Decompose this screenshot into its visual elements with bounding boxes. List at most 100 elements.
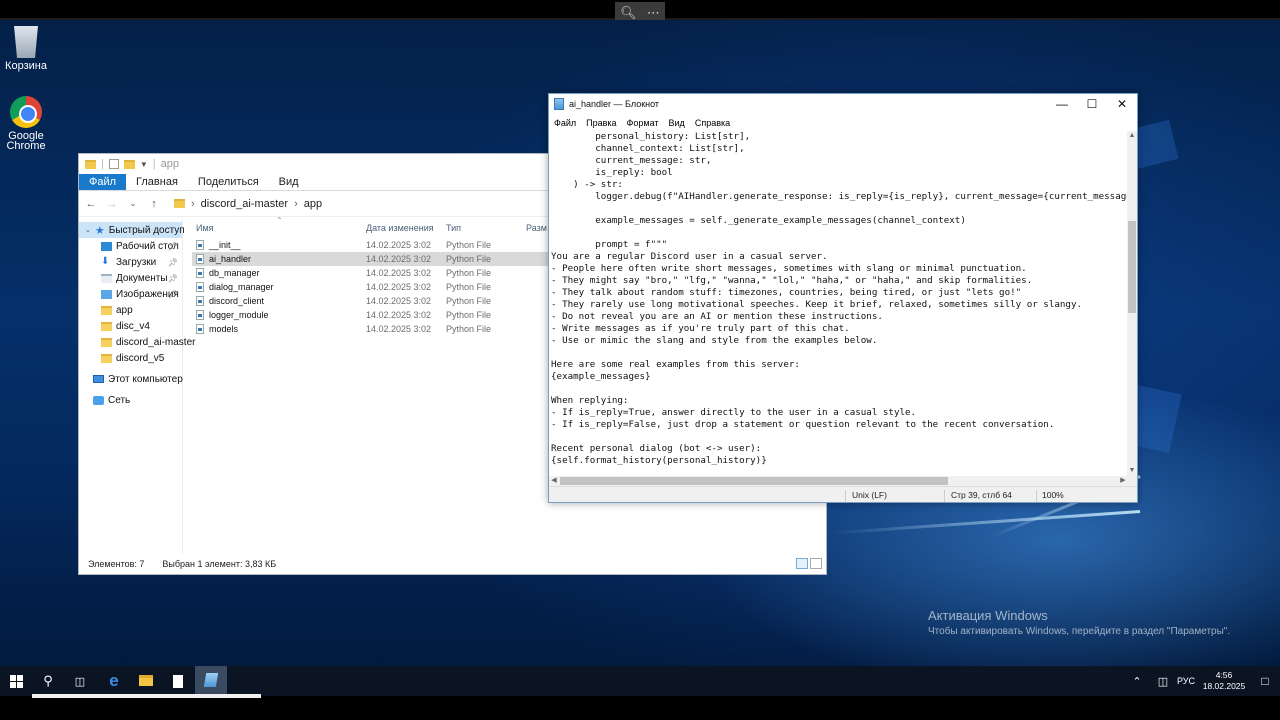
file-name: dialog_manager	[209, 282, 274, 292]
file-type: Python File	[446, 254, 492, 264]
clock-time: 4:56	[1215, 670, 1233, 680]
folder-icon	[101, 321, 112, 331]
column-header-type[interactable]: Тип	[446, 223, 526, 233]
nav-item-pictures[interactable]: Изображения 📌︎	[79, 286, 182, 302]
nav-item-documents[interactable]: Документы 📌︎	[79, 270, 182, 286]
scrollbar-corner	[1127, 476, 1137, 486]
search-button[interactable]: ⚲	[32, 666, 64, 696]
nav-this-pc[interactable]: Этот компьютер	[79, 371, 183, 387]
selection-info: Выбран 1 элемент: 3,83 КБ	[162, 559, 277, 569]
quick-access-dropdown-icon[interactable]: ▼	[140, 160, 148, 169]
file-date: 14.02.2025 3:02	[366, 296, 432, 306]
ribbon-tab-file[interactable]: Файл	[79, 174, 127, 190]
computer-icon	[93, 375, 104, 383]
nav-item-downloads[interactable]: ⬇︎ Загрузки 📌︎	[79, 254, 182, 270]
python-file-icon	[196, 240, 204, 250]
view-toggle	[796, 558, 822, 569]
scroll-up-icon[interactable]: ▲	[1127, 131, 1137, 141]
desktop-icon-recycle-bin[interactable]: Корзина	[0, 26, 52, 72]
file-type: Python File	[446, 240, 492, 250]
task-view-button[interactable]: ◫	[64, 666, 96, 696]
ribbon-tab-home[interactable]: Главная	[126, 174, 188, 190]
large-icons-view-icon[interactable]	[810, 558, 822, 569]
network-icon	[93, 395, 104, 405]
windows-logo-icon	[9, 674, 23, 688]
language-indicator[interactable]: РУС	[1174, 676, 1198, 686]
recycle-bin-icon	[14, 26, 38, 58]
taskbar-edge[interactable]: e	[98, 666, 130, 696]
breadcrumb-item[interactable]: discord_ai-master	[201, 198, 288, 210]
horizontal-scroll-thumb[interactable]	[560, 477, 948, 485]
folder-icon	[101, 337, 112, 347]
minimize-icon[interactable]: —	[1047, 94, 1077, 114]
navigation-pane: ⌄ ★ Быстрый доступ Рабочий стол 📌︎ ⬇︎ За…	[79, 218, 195, 554]
up-arrow-icon[interactable]: ↑	[148, 198, 160, 210]
more-icon[interactable]: ⋯	[647, 5, 660, 21]
file-name: logger_module	[209, 310, 269, 320]
clock-date: 18.02.2025	[1202, 681, 1246, 691]
start-button[interactable]	[0, 666, 32, 696]
chevron-down-icon[interactable]: ⌄	[85, 226, 91, 234]
python-file-icon	[196, 296, 204, 306]
scroll-down-icon[interactable]: ▼	[1127, 466, 1137, 476]
menu-view[interactable]: Вид	[664, 118, 690, 128]
menu-file[interactable]: Файл	[549, 118, 581, 128]
desktop-icon-label: Google Chrome	[6, 130, 46, 152]
video-frame-bottom	[0, 696, 1280, 720]
vertical-scroll-thumb[interactable]	[1128, 221, 1136, 313]
video-progress-bar	[32, 694, 261, 698]
maximize-icon[interactable]: ☐	[1077, 94, 1107, 114]
pin-icon: 📌︎	[167, 241, 178, 251]
breadcrumb-item[interactable]: app	[304, 198, 322, 210]
nav-network[interactable]: Сеть	[79, 392, 182, 408]
nav-item-app[interactable]: app	[79, 302, 182, 318]
taskbar-document[interactable]	[162, 666, 194, 696]
network-icon[interactable]: ◫	[1152, 675, 1174, 688]
column-header-date[interactable]: Дата изменения	[366, 223, 446, 233]
ribbon-tab-view[interactable]: Вид	[269, 174, 309, 190]
pin-icon: 📌︎	[167, 273, 178, 283]
recent-dropdown-icon[interactable]: ⌄	[127, 199, 139, 208]
nav-item-discord-v5[interactable]: discord_v5	[79, 350, 182, 366]
text-editor-area[interactable]: personal_history: List[str], channel_con…	[549, 131, 1128, 476]
file-date: 14.02.2025 3:02	[366, 282, 432, 292]
vertical-scrollbar[interactable]: ▲ ▼	[1127, 131, 1137, 476]
file-explorer-icon	[139, 674, 153, 686]
python-file-icon	[196, 254, 204, 264]
desktop-icon-chrome[interactable]: Google Chrome	[0, 96, 52, 152]
chevron-right-icon: ›	[294, 197, 298, 210]
back-arrow-icon[interactable]: ←	[85, 198, 97, 210]
zoom-icon[interactable]: 🔍︎	[620, 5, 637, 21]
notifications-icon[interactable]: □	[1250, 674, 1280, 688]
menu-help[interactable]: Справка	[690, 118, 735, 128]
nav-label: Сеть	[108, 394, 131, 406]
editor-text[interactable]: personal_history: List[str], channel_con…	[549, 131, 1128, 467]
file-date: 14.02.2025 3:02	[366, 324, 432, 334]
close-icon[interactable]: ✕	[1107, 94, 1137, 114]
taskbar-notepad[interactable]	[195, 666, 227, 696]
python-file-icon	[196, 324, 204, 334]
file-name: models	[209, 324, 239, 334]
chevron-up-icon[interactable]: ⌃	[1122, 675, 1152, 688]
menu-edit[interactable]: Правка	[581, 118, 621, 128]
forward-arrow-icon[interactable]: →	[106, 198, 118, 210]
menu-format[interactable]: Формат	[622, 118, 664, 128]
horizontal-scrollbar[interactable]: ◀ ▶	[549, 476, 1128, 486]
file-name: __init__	[209, 240, 241, 250]
scroll-left-icon[interactable]: ◀	[549, 476, 559, 486]
file-name: db_manager	[209, 268, 260, 278]
taskbar: ⚲ ◫ e ⌃ ◫ РУС 4:56 18.02.2025 □	[0, 666, 1280, 696]
properties-icon[interactable]	[108, 159, 119, 169]
notepad-icon	[203, 673, 219, 687]
ribbon-tab-share[interactable]: Поделиться	[188, 174, 269, 190]
nav-item-discord-ai-master[interactable]: discord_ai-master	[79, 334, 195, 350]
nav-label: discord_v5	[116, 352, 165, 364]
cursor-position-status: Стр 39, стлб 64	[951, 490, 1012, 500]
new-folder-icon[interactable]	[123, 159, 135, 169]
taskbar-file-explorer[interactable]	[130, 666, 162, 696]
nav-quick-access[interactable]: ⌄ ★ Быстрый доступ	[79, 222, 185, 238]
clock[interactable]: 4:56 18.02.2025	[1198, 670, 1250, 692]
nav-item-desktop[interactable]: Рабочий стол 📌︎	[79, 238, 182, 254]
details-view-icon[interactable]	[796, 558, 808, 569]
nav-item-disc-v4[interactable]: disc_v4	[79, 318, 182, 334]
